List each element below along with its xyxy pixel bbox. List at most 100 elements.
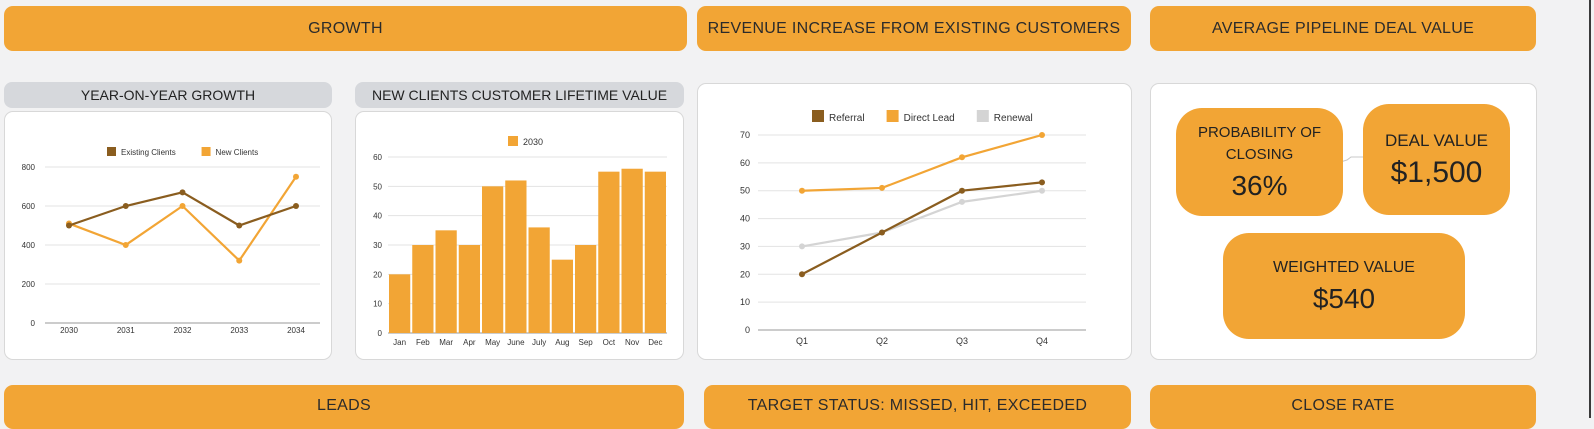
weighted-value-label: WEIGHTED VALUE [1273,259,1415,276]
bar [644,171,666,333]
x-tick-label: May [485,338,500,347]
y-tick-label: 200 [22,280,36,289]
y-tick-label: 20 [373,270,382,279]
x-tick-label: Mar [439,338,453,347]
y-tick-label: 800 [22,163,36,172]
bar [458,245,480,333]
x-tick-label: 2034 [287,326,305,335]
x-tick-label: Aug [555,338,569,347]
bar [435,230,457,333]
target-status-header: TARGET STATUS: MISSED, HIT, EXCEEDED [704,385,1131,429]
legend-label: New Clients [216,148,259,157]
data-point [122,242,129,248]
data-point [122,203,129,209]
x-tick-label: Q1 [796,336,808,346]
clv-bar-chart: 01020304050602030Jan Feb Mar Apr May June July… [373,136,667,347]
x-tick-label: 2032 [174,326,192,335]
deal-value-card: DEAL VALUE $1,500 [1363,104,1510,215]
y-tick-label: 0 [378,329,383,338]
y-tick-label: 40 [740,214,750,224]
legend-swatch [107,147,116,156]
data-point [179,203,186,209]
legend-label: Existing Clients [121,148,176,157]
data-point [879,184,885,191]
y-tick-label: 30 [373,241,382,250]
probability-of-closing-card: PROBABILITY OF CLOSING 36% [1176,108,1343,216]
data-point [959,154,965,161]
yoy-subheader: YEAR-ON-YEAR GROWTH [4,82,332,108]
data-point [959,187,965,194]
x-tick-label: Nov [625,338,639,347]
revenue-header: REVENUE INCREASE FROM EXISTING CUSTOMERS [697,6,1131,51]
clv-chart-card: 0 10 20 30 40 50 60 2030 Jan Feb Mar Apr May June July… [355,111,684,360]
data-point [1039,179,1045,186]
x-tick-label: Jan [393,338,406,347]
yoy-growth-chart: 0 200 400 600 800 Existing Clients New Clients… [22,147,320,335]
bar [528,227,550,333]
growth-header: GROWTH [4,6,687,51]
legend-swatch [508,136,518,146]
legend-swatch [201,147,211,156]
legend-swatch [812,110,824,122]
data-point [179,189,186,196]
x-tick-label: 2033 [230,326,248,335]
bar [621,168,643,333]
x-tick-label: Oct [603,338,616,347]
clv-subheader: NEW CLIENTS CUSTOMER LIFETIME VALUE [355,82,684,108]
data-point [799,187,805,194]
weighted-value: $540 [1312,283,1376,314]
close-rate-header: CLOSE RATE [1150,385,1536,429]
legend-swatch [886,110,899,122]
y-tick-label: 20 [740,269,750,279]
data-point [293,173,299,180]
legend-label: Referral [829,113,865,124]
data-point [236,222,243,229]
y-tick-label: 400 [22,241,36,250]
revenue-line-chart: 0 10 20 30 40 50 60 70 Referral Direct Lead Renewa… [740,110,1086,346]
y-tick-label: 60 [373,153,382,162]
data-point [236,257,243,264]
bar [575,245,597,333]
x-tick-label: Sep [579,338,594,347]
y-tick-label: 0 [31,319,36,328]
x-tick-label: July [532,338,546,347]
data-point [293,203,299,209]
probability-label-line1: PROBABILITY OF [1197,124,1322,141]
revenue-chart-card: 0 10 20 30 40 50 60 70 Referral Direct Lead Renewa… [697,83,1132,360]
y-tick-label: 60 [740,158,750,168]
y-tick-label: 10 [373,300,382,309]
probability-label-line2: CLOSING [1225,146,1294,163]
legend-label: Renewal [994,113,1033,124]
legend-label: 2030 [523,137,543,147]
deal-value: $1,500 [1390,155,1483,189]
yoy-chart-card: 0 200 400 600 800 Existing Clients New Clients… [4,111,332,360]
bar [505,180,527,333]
data-point [799,271,805,278]
y-tick-label: 50 [373,182,382,191]
bar [482,186,504,333]
data-point [799,243,805,250]
x-tick-label: Apr [463,338,476,347]
x-tick-label: Dec [648,338,662,347]
x-tick-label: 2030 [60,326,78,335]
y-tick-label: 600 [22,202,36,211]
y-tick-label: 10 [740,297,750,307]
probability-value: 36% [1231,170,1288,201]
y-tick-label: 50 [740,186,750,196]
window-edge [1589,0,1591,418]
y-tick-label: 30 [740,241,750,251]
data-point [1039,187,1045,194]
leads-header: LEADS [4,385,684,429]
pipeline-header: AVERAGE PIPELINE DEAL VALUE [1150,6,1536,51]
y-tick-label: 40 [373,212,382,221]
x-tick-label: Q4 [1036,336,1048,346]
pipeline-kpi-card: PROBABILITY OF CLOSING 36% DEAL VALUE $1… [1150,83,1537,360]
x-tick-label: Q2 [876,336,888,346]
bar [598,171,620,333]
deal-value-label: DEAL VALUE [1385,130,1488,150]
x-tick-label: 2031 [117,326,135,335]
data-point [1039,132,1045,138]
x-tick-label: June [507,338,525,347]
y-tick-label: 0 [745,325,750,335]
data-point [879,229,885,236]
